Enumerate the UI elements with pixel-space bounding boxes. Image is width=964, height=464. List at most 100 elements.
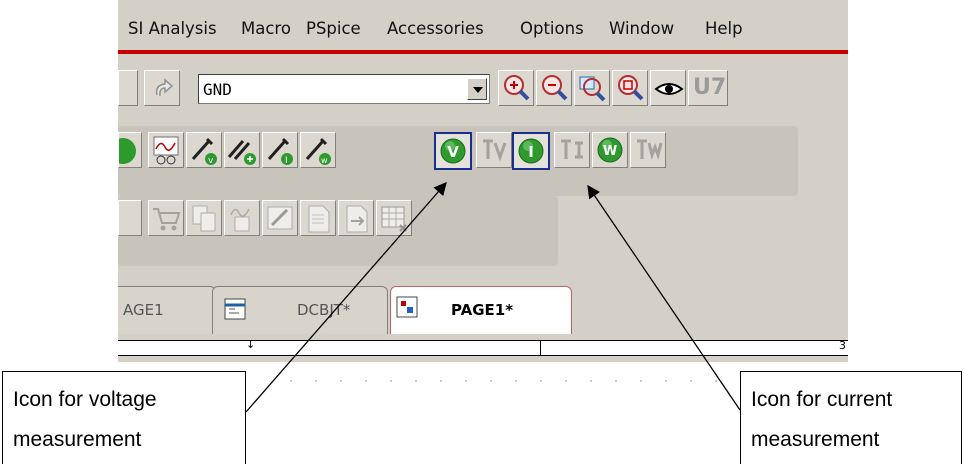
menu-options[interactable]: Options <box>520 19 584 38</box>
cart-button[interactable] <box>148 200 184 236</box>
undo-button[interactable] <box>118 70 138 106</box>
cart-icon <box>153 208 181 231</box>
run-pspice-button[interactable] <box>118 132 142 168</box>
voltage-marker-letter: V <box>447 143 459 161</box>
tab-label: AGE1 <box>123 301 164 319</box>
eye-icon <box>654 83 684 95</box>
grid-dot <box>390 380 392 382</box>
menu-macro[interactable]: Macro <box>241 19 291 38</box>
menu-si-analysis[interactable]: SI Analysis <box>128 19 217 38</box>
current-probe-icon: I <box>267 137 293 166</box>
zoom-in-icon <box>504 75 530 101</box>
table-icon <box>381 206 407 232</box>
menu-underline <box>118 50 848 54</box>
voltage-measurement-button[interactable]: V <box>434 132 472 170</box>
grid-dot <box>665 380 667 382</box>
menu-help[interactable]: Help <box>705 19 743 38</box>
view-simulation-results-button[interactable] <box>148 132 184 168</box>
document-button[interactable] <box>300 200 336 236</box>
power-bias-icon <box>637 139 663 161</box>
tab-label: DCBJT* <box>297 301 351 319</box>
callout-current: Icon for current measurement <box>740 371 962 464</box>
document-icon <box>308 205 330 233</box>
net-name-value: GND <box>203 80 232 99</box>
current-measurement-button[interactable]: I <box>512 132 550 170</box>
edit-properties-button[interactable] <box>262 200 298 236</box>
power-marker-letter: W <box>603 144 617 159</box>
part-label: U7 <box>693 75 727 100</box>
power-measurement-icon: W <box>597 137 623 163</box>
combo-dropdown-arrow[interactable] <box>467 78 487 100</box>
current-marker-probe-button[interactable]: I <box>262 132 298 168</box>
grid-dot <box>615 380 617 382</box>
capture-schematic-window: SI Analysis Macro PSpice Accessories Opt… <box>118 0 848 362</box>
zoom-area-icon <box>579 76 606 102</box>
toolbar-button-partial[interactable] <box>118 200 142 236</box>
voltage-probe-icon: v <box>191 137 217 166</box>
menu-bar: SI Analysis Macro PSpice Accessories Opt… <box>118 10 848 46</box>
grid-dot <box>590 380 592 382</box>
table-button[interactable] <box>376 200 412 236</box>
net-name-combo[interactable]: GND <box>198 74 490 104</box>
callout-current-text: Icon for current measurement <box>751 388 893 451</box>
grid-dot <box>490 380 492 382</box>
zoom-all-button[interactable] <box>612 70 648 106</box>
grid-dot <box>440 380 442 382</box>
redo-icon <box>155 78 174 97</box>
grid-dot <box>515 380 517 382</box>
schematic-page-icon <box>224 298 246 320</box>
power-measurement-button[interactable]: W <box>592 132 628 168</box>
zoom-in-button[interactable] <box>498 70 534 106</box>
ruler-divider <box>540 341 541 355</box>
zoom-out-icon <box>542 75 568 101</box>
grid-dot <box>640 380 642 382</box>
current-bias-icon <box>561 139 583 159</box>
zoom-out-button[interactable] <box>536 70 572 106</box>
grid-dot <box>715 380 717 382</box>
svg-text:I: I <box>285 156 288 166</box>
schematic-page-icon <box>396 296 418 318</box>
grid-dot <box>415 380 417 382</box>
menu-pspice[interactable]: PSpice <box>306 19 361 38</box>
grid-dot <box>465 380 467 382</box>
copy-icon <box>192 205 216 232</box>
zoom-all-icon <box>618 75 644 101</box>
tab-label: PAGE1* <box>451 301 514 319</box>
callout-voltage: Icon for voltage measurement <box>2 371 246 464</box>
zoom-area-button[interactable] <box>574 70 610 106</box>
current-marker-letter: I <box>528 143 534 161</box>
power-probe-icon: w <box>305 137 331 165</box>
power-bias-display-button[interactable] <box>630 132 666 168</box>
ruler-tick: ↓ <box>246 338 256 351</box>
tab-page1-partial[interactable]: AGE1 <box>118 286 216 334</box>
power-marker-probe-button[interactable]: w <box>300 132 336 168</box>
current-bias-display-button[interactable] <box>554 132 590 168</box>
export-button[interactable] <box>338 200 374 236</box>
copy-pages-button[interactable] <box>186 200 222 236</box>
grid-dot <box>540 380 542 382</box>
callout-voltage-text: Icon for voltage measurement <box>13 388 157 451</box>
voltage-level-marker-button[interactable]: v <box>186 132 222 168</box>
waveform-viewer-icon <box>153 136 179 165</box>
grid-dot <box>340 380 342 382</box>
menu-window[interactable]: Window <box>609 19 674 38</box>
export-icon <box>346 205 368 233</box>
ruler-number: 3 <box>839 339 846 352</box>
grid-dot <box>365 380 367 382</box>
voltage-differential-marker-button[interactable] <box>224 132 260 168</box>
svg-text:w: w <box>321 156 328 165</box>
voltage-bias-display-button[interactable] <box>476 132 512 168</box>
menu-accessories[interactable]: Accessories <box>387 19 484 38</box>
run-icon <box>119 138 136 164</box>
view-button[interactable] <box>650 70 686 106</box>
tab-page1-active[interactable]: PAGE1* <box>390 286 572 334</box>
tab-dcbjt[interactable]: DCBJT* <box>212 286 388 334</box>
current-measurement-icon: I <box>518 138 544 164</box>
waveform-document-button[interactable] <box>224 200 260 236</box>
voltage-measurement-icon: V <box>440 138 466 164</box>
place-part-button[interactable]: U7 <box>688 70 728 106</box>
grid-dot <box>290 380 292 382</box>
voltage-bias-icon <box>483 139 507 162</box>
redo-button[interactable] <box>144 70 180 106</box>
grid-dot <box>315 380 317 382</box>
